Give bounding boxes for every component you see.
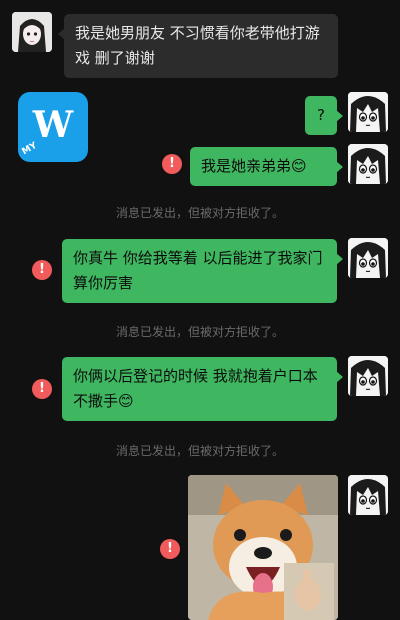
message-bubble-outgoing[interactable]: 我是她亲弟弟😊 xyxy=(190,147,343,186)
rejected-notice: 消息已发出，但被对方拒收了。 xyxy=(115,325,284,339)
shared-app-icon[interactable]: W MY xyxy=(18,92,88,162)
my-avatar[interactable] xyxy=(348,475,388,515)
message-bubble-outgoing[interactable]: 你俩以后登记的时候 我就抱着户口本不撒手😊 xyxy=(62,357,343,421)
message-bubble-outgoing[interactable]: ? xyxy=(305,96,343,135)
send-failed-icon[interactable]: ! xyxy=(160,539,180,559)
send-failed-icon[interactable]: ! xyxy=(32,379,52,399)
message-bubble-incoming[interactable]: 我是她男朋友 不习惯看你老带他打游戏 删了谢谢 xyxy=(58,14,338,78)
contact-avatar[interactable] xyxy=(12,12,52,52)
message-bubble-outgoing[interactable]: 你真牛 你给我等着 以后能进了我家门算你厉害 xyxy=(62,239,343,303)
my-avatar[interactable] xyxy=(348,92,388,132)
my-avatar[interactable] xyxy=(348,356,388,396)
send-failed-icon[interactable]: ! xyxy=(162,154,182,174)
app-logo-letter: W xyxy=(32,104,74,146)
dog-sticker-image[interactable] xyxy=(188,475,338,620)
my-avatar[interactable] xyxy=(348,238,388,278)
rejected-notice: 消息已发出，但被对方拒收了。 xyxy=(115,206,284,220)
rejected-notice: 消息已发出，但被对方拒收了。 xyxy=(115,444,284,458)
send-failed-icon[interactable]: ! xyxy=(32,260,52,280)
my-avatar[interactable] xyxy=(348,144,388,184)
